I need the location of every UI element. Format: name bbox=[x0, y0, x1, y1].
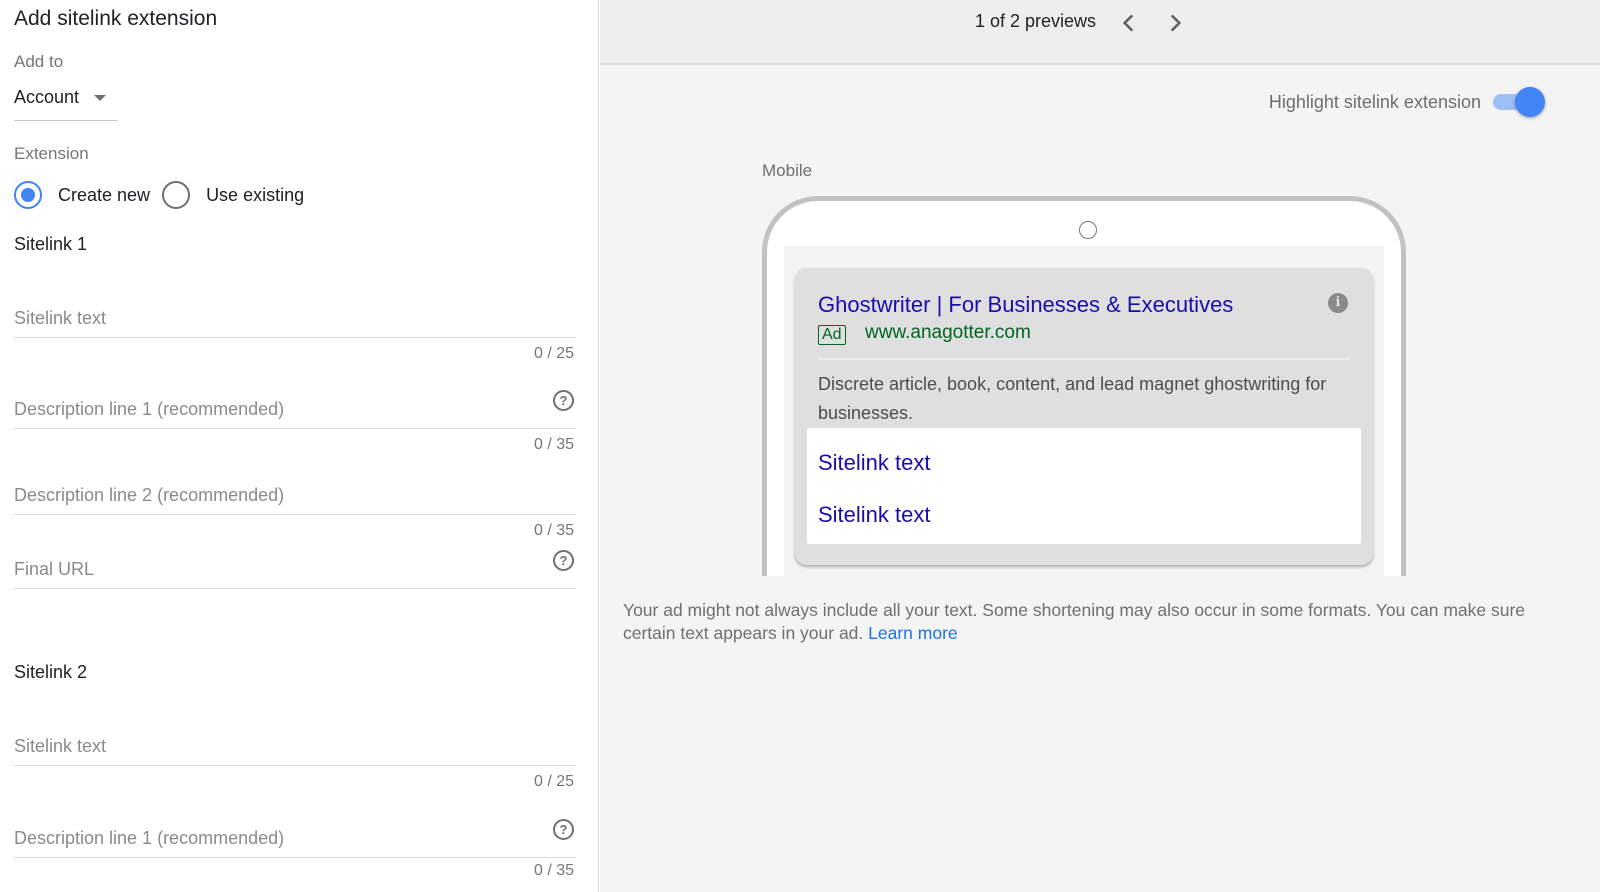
question-circle-icon[interactable]: ? bbox=[553, 819, 574, 840]
add-to-label: Add to bbox=[14, 52, 64, 71]
sitelink-2-heading: Sitelink 2 bbox=[14, 662, 88, 682]
add-to-value: Account bbox=[14, 87, 80, 107]
preview-toolbar: 1 of 2 previews bbox=[600, 0, 1600, 65]
mobile-phone-frame: Ghostwriter | For Businesses & Executive… bbox=[762, 196, 1406, 576]
sitelink-1-desc1-field: ? bbox=[14, 389, 576, 429]
sitelink-2-text-counter: 0 / 25 bbox=[533, 773, 574, 790]
radio-use-existing[interactable] bbox=[162, 181, 191, 209]
radio-create-new[interactable] bbox=[14, 181, 42, 209]
disclaimer-text: Your ad might not always include all you… bbox=[623, 600, 1526, 643]
sitelink-1-desc2-field bbox=[14, 475, 576, 515]
question-circle-icon[interactable]: ? bbox=[553, 390, 574, 411]
sitelink-1-desc2-counter: 0 / 35 bbox=[533, 522, 574, 539]
sitelink-1-text-field bbox=[14, 298, 576, 338]
next-preview-button[interactable] bbox=[1162, 10, 1188, 36]
question-circle-icon[interactable]: ? bbox=[553, 550, 574, 571]
preview-sitelink[interactable]: Sitelink text bbox=[818, 502, 931, 528]
preview-pager-text: 1 of 2 previews bbox=[975, 11, 1097, 31]
sitelink-form-panel: Add sitelink extension Add to Account Ex… bbox=[0, 0, 599, 892]
sitelink-1-url-input[interactable] bbox=[14, 559, 534, 580]
caret-down-icon bbox=[94, 95, 106, 101]
previous-preview-button[interactable] bbox=[1116, 10, 1142, 36]
sitelink-1-desc1-counter: 0 / 35 bbox=[533, 436, 574, 453]
sitelink-1-desc2-input[interactable] bbox=[14, 485, 534, 506]
add-to-dropdown[interactable]: Account bbox=[14, 84, 118, 121]
preview-panel: 1 of 2 previews Highlight sitelink exten… bbox=[600, 0, 1600, 892]
ad-headline[interactable]: Ghostwriter | For Businesses & Executive… bbox=[818, 292, 1233, 318]
ad-display-url: www.anagotter.com bbox=[865, 322, 1031, 343]
sitelink-2-text-field bbox=[14, 726, 576, 766]
radio-create-new-label[interactable]: Create new bbox=[58, 185, 150, 206]
sitelink-1-text-input[interactable] bbox=[14, 308, 534, 329]
extension-radio-group: Create new Use existing bbox=[14, 180, 316, 210]
sitelink-1-heading: Sitelink 1 bbox=[14, 234, 88, 254]
ad-badge: Ad bbox=[818, 325, 846, 345]
sitelink-1-url-field: ? bbox=[14, 549, 576, 589]
device-label: Mobile bbox=[762, 161, 813, 180]
sitelink-2-text-input[interactable] bbox=[14, 736, 534, 757]
sitelink-1-text-counter: 0 / 25 bbox=[533, 345, 574, 362]
preview-disclaimer: Your ad might not always include all you… bbox=[623, 599, 1543, 645]
chevron-right-icon bbox=[1170, 14, 1182, 32]
chevron-left-icon bbox=[1122, 14, 1134, 32]
extension-label: Extension bbox=[14, 144, 89, 163]
info-icon[interactable]: i bbox=[1328, 293, 1348, 313]
sitelink-2-desc1-input[interactable] bbox=[14, 828, 534, 849]
sitelink-2-desc1-counter: 0 / 35 bbox=[533, 862, 574, 879]
ad-divider bbox=[818, 358, 1350, 360]
radio-use-existing-label[interactable]: Use existing bbox=[206, 185, 304, 206]
toggle-thumb bbox=[1515, 87, 1545, 117]
ad-preview-card: Ghostwriter | For Businesses & Executive… bbox=[795, 268, 1373, 565]
sitelinks-highlight-box: Sitelink text Sitelink text bbox=[807, 428, 1361, 544]
phone-camera-icon bbox=[1079, 221, 1097, 239]
sitelink-2-desc1-field: ? bbox=[14, 818, 576, 858]
highlight-sitelink-label: Highlight sitelink extension bbox=[1268, 92, 1481, 112]
learn-more-link[interactable]: Learn more bbox=[868, 623, 958, 643]
page-title: Add sitelink extension bbox=[14, 7, 218, 30]
preview-sitelink[interactable]: Sitelink text bbox=[818, 450, 931, 476]
sitelink-1-desc1-input[interactable] bbox=[14, 399, 534, 420]
ad-description: Discrete article, book, content, and lea… bbox=[818, 374, 1327, 423]
phone-screen: Ghostwriter | For Businesses & Executive… bbox=[784, 246, 1384, 576]
highlight-sitelink-toggle[interactable] bbox=[1493, 86, 1548, 118]
